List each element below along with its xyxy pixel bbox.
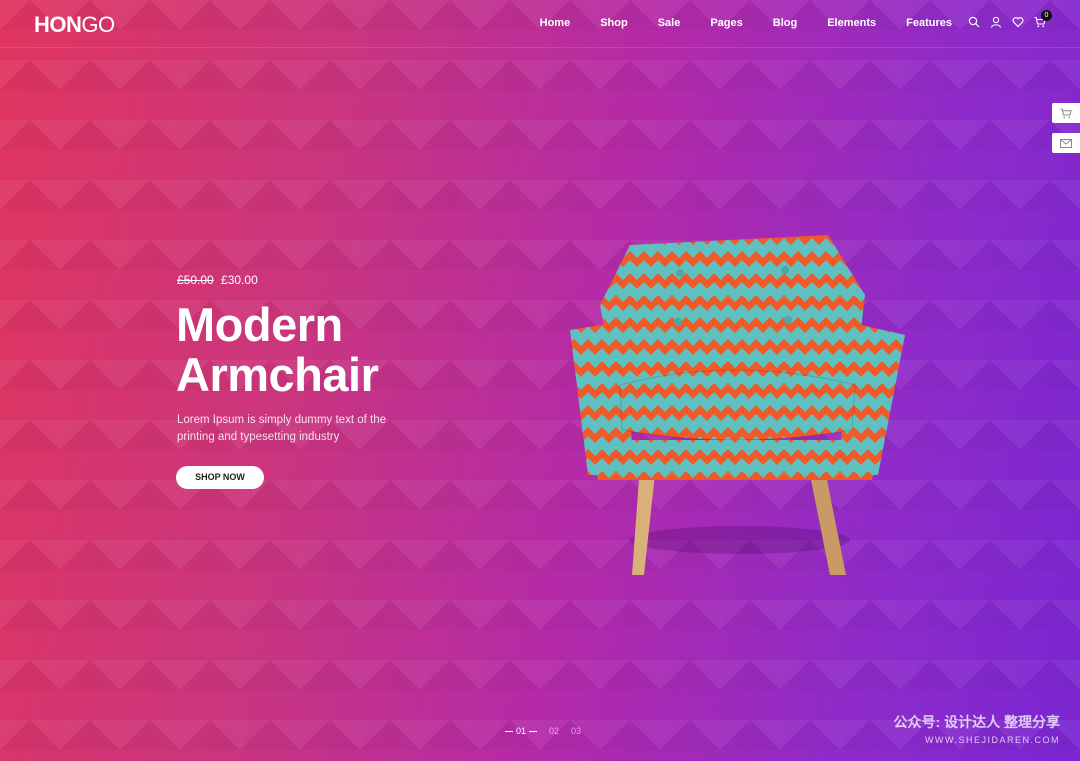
hero-desc-line2: printing and typesetting industry <box>177 431 340 443</box>
side-mail-button[interactable] <box>1052 133 1080 153</box>
nav-item-elements[interactable]: Elements <box>827 17 876 29</box>
header-icons: 0 <box>968 10 1052 28</box>
site-header: HONGO Home Shop Sale Pages Blog Elements… <box>0 0 1080 48</box>
cart-count-badge: 0 <box>1041 10 1052 21</box>
hero-description: Lorem Ipsum is simply dummy text of the … <box>177 412 407 446</box>
shop-now-button[interactable]: SHOP NOW <box>176 466 264 489</box>
watermark-url: WWW.SHEJIDAREN.COM <box>925 735 1060 745</box>
logo-bold: HON <box>34 12 82 37</box>
pager-item-1[interactable]: 01 <box>505 726 538 736</box>
heart-icon[interactable] <box>1012 15 1024 28</box>
nav-item-shop[interactable]: Shop <box>600 17 628 29</box>
logo[interactable]: HONGO <box>34 12 115 38</box>
pager-item-2[interactable]: 02 <box>549 726 559 736</box>
pager-item-3[interactable]: 03 <box>571 726 581 736</box>
hero-desc-line1: Lorem Ipsum is simply dummy text of the <box>177 414 386 426</box>
nav-item-sale[interactable]: Sale <box>658 17 681 29</box>
search-icon[interactable] <box>968 15 980 28</box>
hero-title: Modern Armchair <box>176 300 496 400</box>
old-price: £50.00 <box>177 273 214 287</box>
slider-pagination: 01 02 03 <box>505 726 581 736</box>
hero-title-line1: Modern <box>176 298 343 351</box>
watermark: 公众号: 设计达人 整理分享 WWW.SHEJIDAREN.COM <box>894 712 1060 745</box>
pager-line <box>529 730 538 732</box>
cart-icon[interactable]: 0 <box>1034 10 1052 28</box>
armchair-image <box>570 235 905 575</box>
current-price: £30.00 <box>221 273 258 287</box>
main-nav: Home Shop Sale Pages Blog Elements Featu… <box>510 17 952 29</box>
user-icon[interactable] <box>990 15 1002 28</box>
hero-title-line2: Armchair <box>176 348 379 401</box>
pager-label-1: 01 <box>516 726 527 736</box>
pager-line <box>505 730 513 732</box>
nav-item-home[interactable]: Home <box>540 17 571 29</box>
nav-item-features[interactable]: Features <box>906 17 952 29</box>
cart-icon <box>1060 108 1072 118</box>
logo-light: GO <box>81 12 115 37</box>
nav-item-pages[interactable]: Pages <box>710 17 742 29</box>
watermark-title: 公众号: 设计达人 整理分享 <box>893 714 1060 730</box>
mail-icon <box>1060 138 1072 148</box>
nav-item-blog[interactable]: Blog <box>773 17 797 29</box>
price: £50.00 £30.00 <box>177 273 258 287</box>
side-cart-button[interactable] <box>1052 103 1080 123</box>
